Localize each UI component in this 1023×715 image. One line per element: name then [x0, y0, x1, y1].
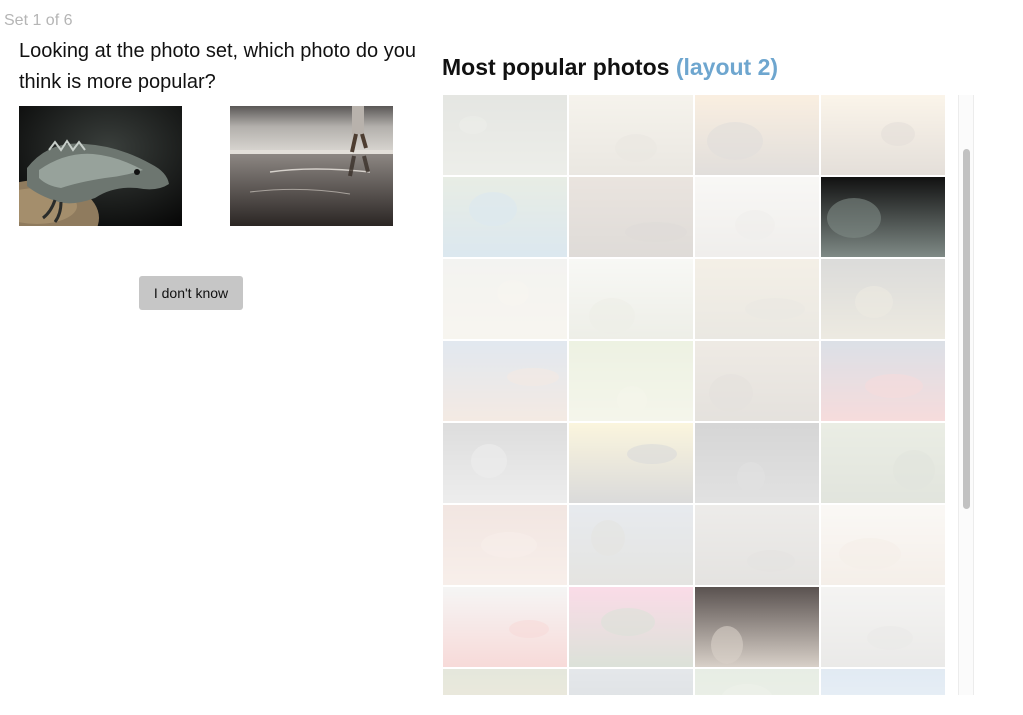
tile-fade-overlay [569, 587, 693, 667]
tile-fade-overlay [821, 341, 945, 421]
gallery-photo-red-fort[interactable] [443, 505, 567, 585]
gallery-photo-flamingo[interactable] [443, 587, 567, 667]
iguana-thumbnail [821, 177, 945, 257]
tile-fade-overlay [569, 177, 693, 257]
tile-fade-overlay [443, 669, 567, 695]
gallery-scrollbar[interactable] [958, 95, 974, 695]
tile-fade-overlay [569, 505, 693, 585]
gallery-photo-yellow-insect[interactable] [569, 423, 693, 503]
gallery-photo-white-horse[interactable] [695, 177, 819, 257]
beach-walker-photo [230, 106, 393, 226]
tile-fade-overlay [695, 259, 819, 339]
gallery-photo-shorebird[interactable] [569, 95, 693, 175]
tile-fade-overlay [821, 423, 945, 503]
popular-photos-grid [443, 95, 946, 695]
tile-fade-overlay [569, 259, 693, 339]
beach-walker-thumbnail [695, 587, 819, 667]
tile-fade-overlay [443, 505, 567, 585]
gallery-photo-milk-glass[interactable] [821, 505, 945, 585]
tile-fade-overlay [821, 95, 945, 175]
choice-photo-iguana[interactable] [19, 106, 182, 226]
gallery-photo-stone-ruin[interactable] [695, 341, 819, 421]
tile-fade-overlay [443, 423, 567, 503]
tile-fade-overlay [821, 587, 945, 667]
tile-fade-overlay [695, 669, 819, 695]
gallery-photo-framed-field[interactable] [569, 259, 693, 339]
gallery-photo-mono-portrait[interactable] [443, 423, 567, 503]
tile-fade-overlay [695, 505, 819, 585]
gallery-photo-blue-sky[interactable] [821, 669, 945, 695]
gallery-photo-kingfisher[interactable] [443, 177, 567, 257]
gallery-heading: Most popular photos (layout 2) [442, 54, 778, 81]
gallery-photo-toucan[interactable] [569, 669, 693, 695]
tile-fade-overlay [569, 669, 693, 695]
tile-fade-overlay [695, 341, 819, 421]
choice-photo-beach-walker[interactable] [230, 106, 393, 226]
gallery-photo-old-clock[interactable] [821, 259, 945, 339]
gallery-photo-old-man-tree[interactable] [695, 505, 819, 585]
gallery-photo-misty-horizon[interactable] [443, 259, 567, 339]
gallery-photo-iguana[interactable] [821, 177, 945, 257]
set-progress-label: Set 1 of 6 [4, 12, 73, 29]
gallery-photo-beach-walker[interactable] [695, 587, 819, 667]
gallery-photo-red-kite-sky[interactable] [821, 341, 945, 421]
tile-fade-overlay [443, 587, 567, 667]
gallery-photo-moose-in-mist[interactable] [821, 95, 945, 175]
tile-fade-overlay [443, 177, 567, 257]
gallery-scrollbar-thumb[interactable] [963, 149, 970, 509]
tile-fade-overlay [569, 423, 693, 503]
gallery-photo-palm-frond[interactable] [443, 95, 567, 175]
tile-fade-overlay [569, 95, 693, 175]
gallery-photo-green-sprout[interactable] [569, 341, 693, 421]
iguana-photo [19, 106, 182, 226]
gallery-photo-dark-face[interactable] [695, 423, 819, 503]
tile-fade-overlay [443, 341, 567, 421]
question-text: Looking at the photo set, which photo do… [19, 40, 416, 93]
tile-fade-overlay [821, 669, 945, 695]
gallery-photo-donkeys[interactable] [569, 177, 693, 257]
tile-fade-overlay [821, 505, 945, 585]
tile-fade-overlay [443, 259, 567, 339]
tile-fade-overlay [695, 95, 819, 175]
popular-photos-gallery[interactable] [443, 95, 946, 695]
gallery-photo-sandy-ground[interactable] [821, 587, 945, 667]
gallery-photo-cloudy-coast[interactable] [443, 341, 567, 421]
gallery-photo-city-dome[interactable] [569, 505, 693, 585]
tile-fade-overlay [821, 259, 945, 339]
gallery-photo-bee-flower[interactable] [443, 669, 567, 695]
tile-fade-overlay [695, 423, 819, 503]
tile-fade-overlay [443, 95, 567, 175]
tile-fade-overlay [569, 341, 693, 421]
gallery-photo-green-hill[interactable] [695, 669, 819, 695]
gallery-photo-pink-flower[interactable] [569, 587, 693, 667]
gallery-photo-green-grove[interactable] [821, 423, 945, 503]
tile-fade-overlay [695, 177, 819, 257]
gallery-layout-label: (layout 2) [675, 54, 779, 80]
dont-know-button[interactable]: I don't know [139, 276, 243, 310]
gallery-photo-dry-plain[interactable] [695, 259, 819, 339]
gallery-photo-beach-hut-sunset[interactable] [695, 95, 819, 175]
gallery-title-text: Most popular photos [442, 54, 670, 80]
